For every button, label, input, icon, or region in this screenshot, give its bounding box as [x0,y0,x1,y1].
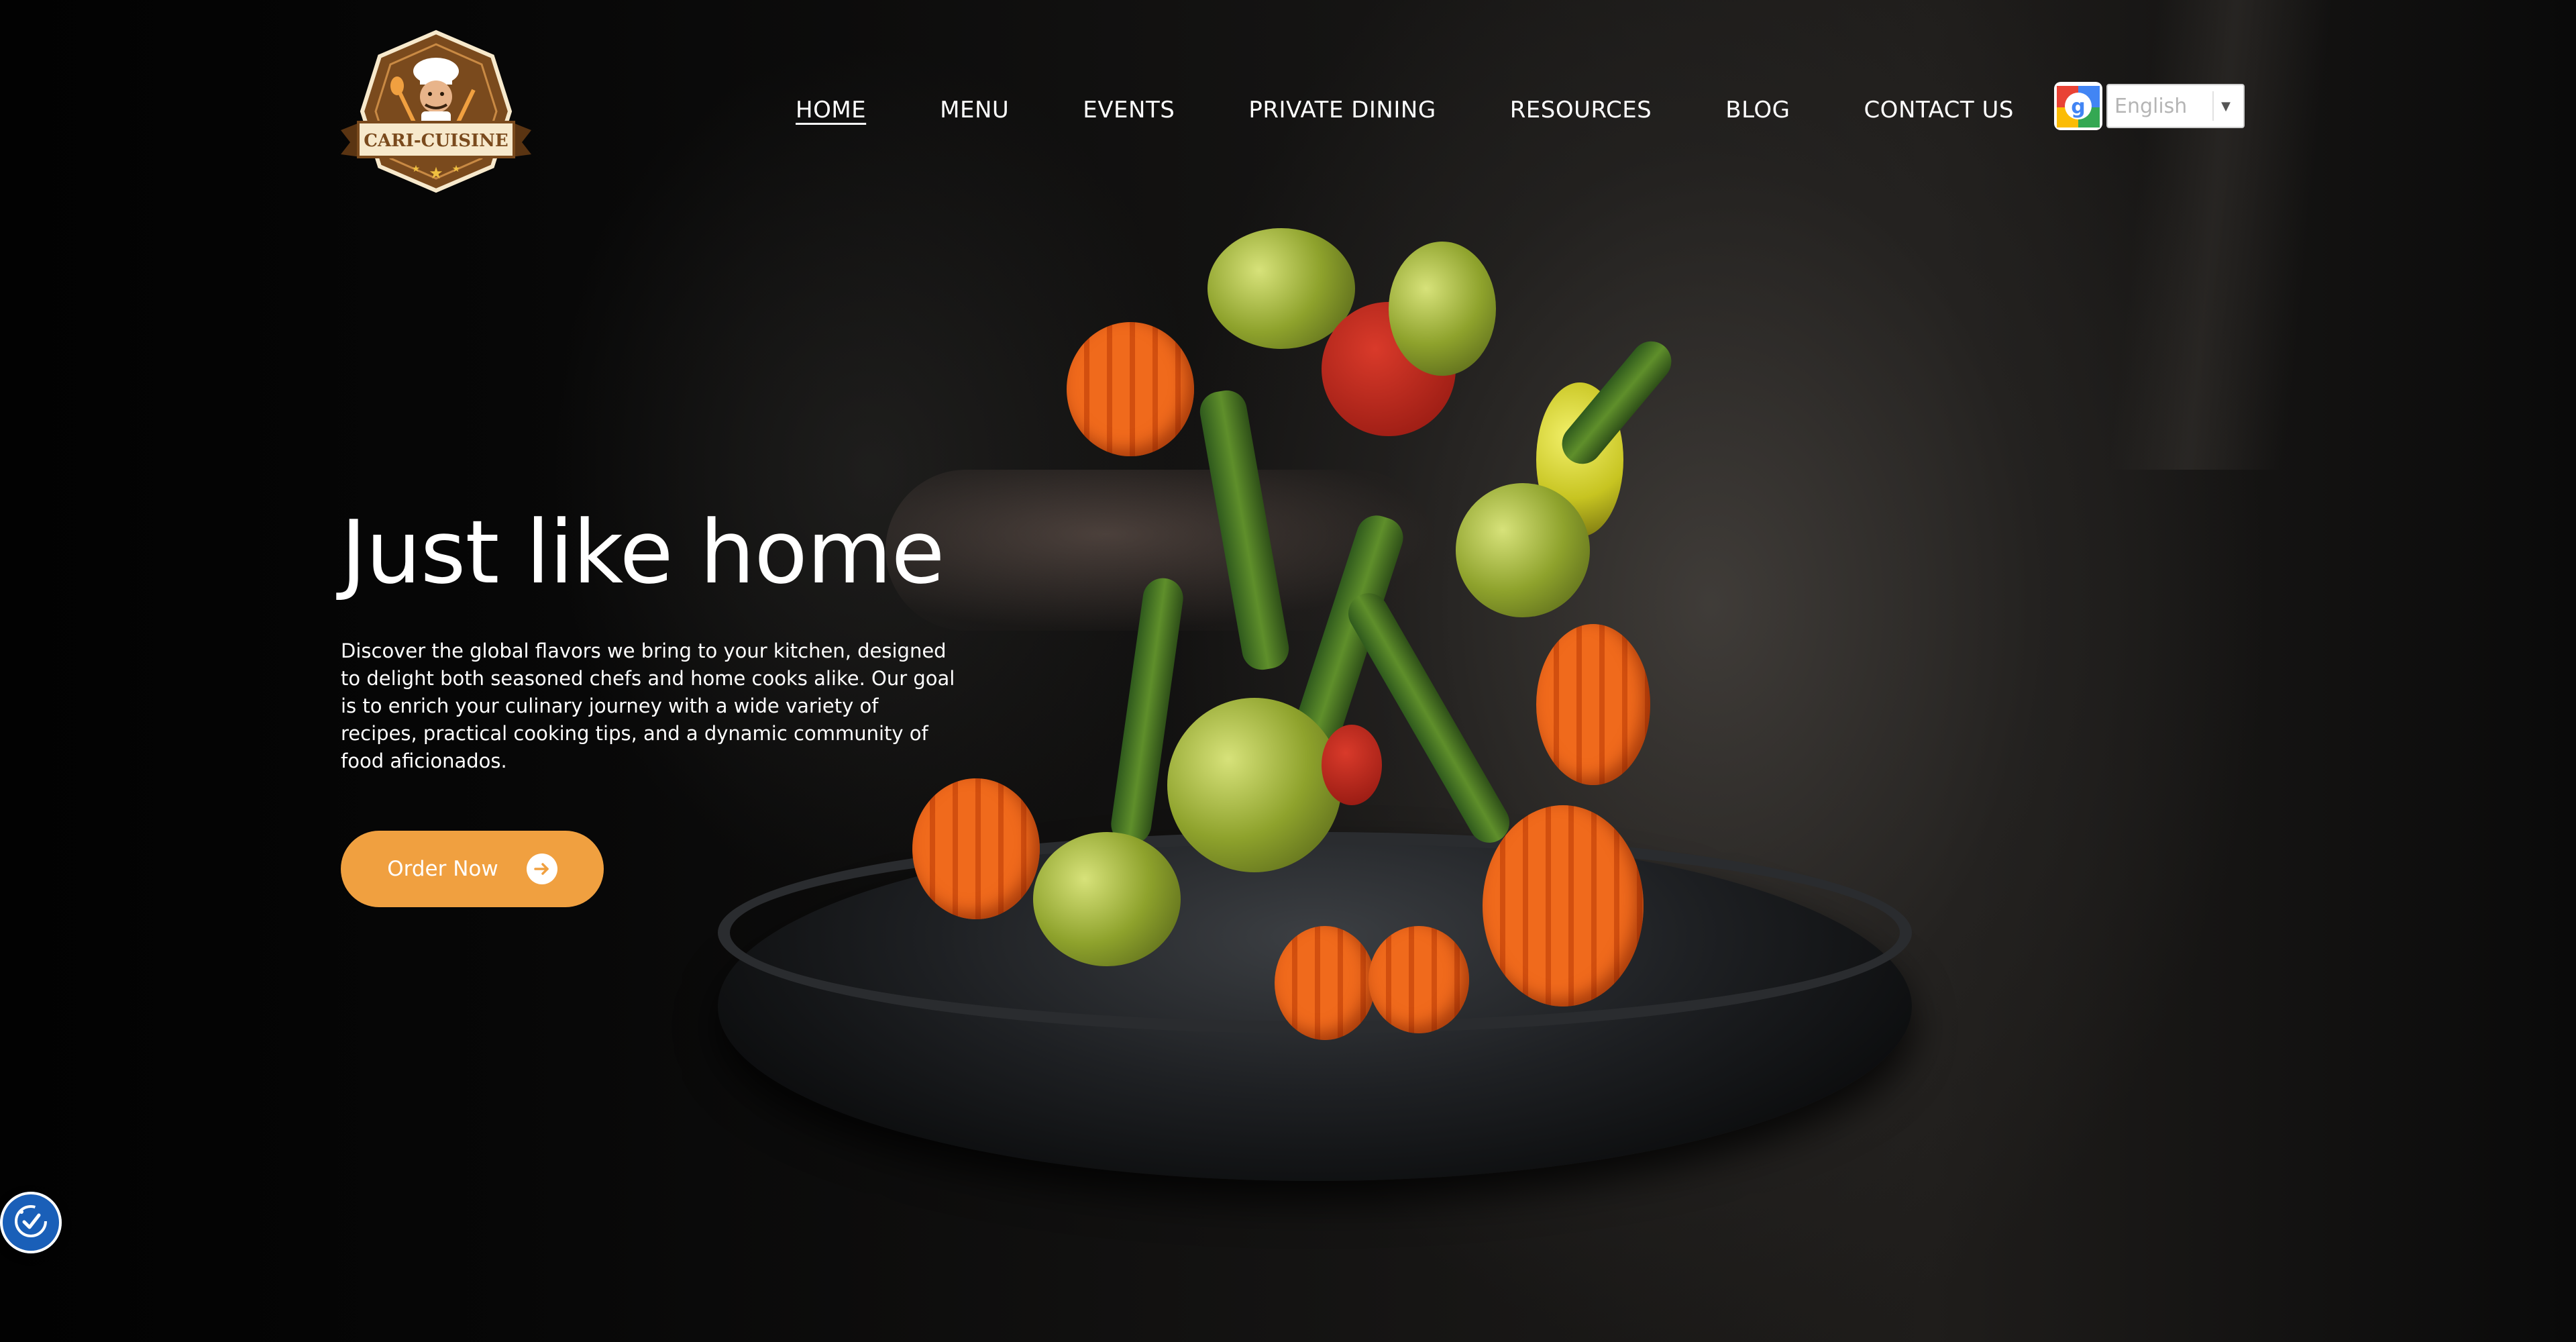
carrot-slice [1536,624,1650,785]
order-now-button[interactable]: Order Now [341,831,604,907]
brussels-sprout [1456,483,1590,617]
nav-home[interactable]: HOME [796,97,866,123]
nav-resources[interactable]: RESOURCES [1510,97,1652,123]
carrot-slice [1483,805,1644,1007]
hero-description: Discover the global flavors we bring to … [341,639,955,772]
carrot-slice [1368,926,1469,1033]
accessibility-icon [11,1201,51,1244]
nav-blog[interactable]: BLOG [1725,97,1790,123]
nav-private-dining[interactable]: PRIVATE DINING [1248,97,1436,123]
main-nav: HOME MENU EVENTS PRIVATE DINING RESOURCE… [796,95,2014,125]
arrow-right-circle-icon [526,854,557,884]
nav-contact-us[interactable]: CONTACT US [1864,97,2014,123]
svg-text:★: ★ [452,164,461,174]
carrot-slice [1275,926,1375,1040]
language-switcher: g English ▼ [2053,81,2245,132]
svg-text:g: g [2071,95,2085,119]
accessibility-button[interactable] [0,1192,62,1253]
brussels-sprout [1033,832,1181,966]
language-select-value: English [2114,94,2188,118]
brussels-sprout [1389,242,1496,376]
carrot-slice [1067,322,1194,456]
hero-title: Just like home [341,501,945,603]
green-bean [1341,586,1517,850]
svg-text:★: ★ [412,164,421,174]
logo-text: CARI-CUISINE [364,131,508,151]
order-now-label: Order Now [387,857,498,881]
nav-menu[interactable]: MENU [940,97,1009,123]
nav-events[interactable]: EVENTS [1083,97,1175,123]
chevron-down-icon: ▼ [2212,91,2238,121]
language-select[interactable]: English ▼ [2106,84,2245,128]
carrot-slice [912,778,1040,919]
red-pepper [1322,725,1382,805]
brussels-sprout [1167,698,1342,872]
google-translate-icon[interactable]: g [2053,81,2104,132]
cari-cuisine-logo[interactable]: CARI-CUISINE ★ ★ ★ [341,30,531,195]
green-bean [1197,387,1292,673]
svg-text:★: ★ [429,164,443,183]
